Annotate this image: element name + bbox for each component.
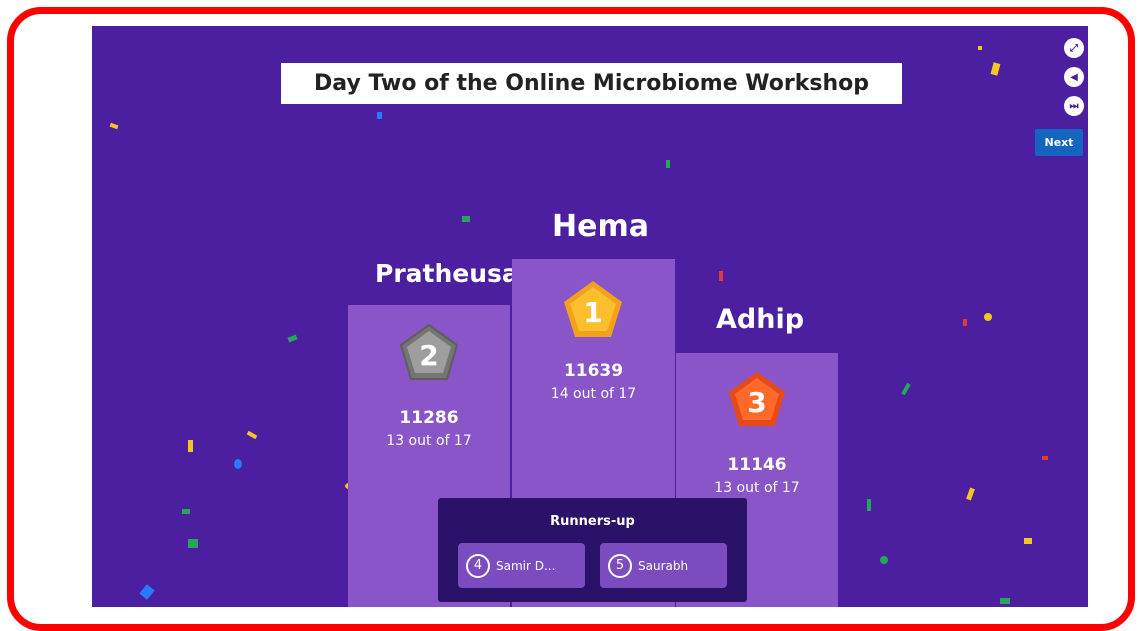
confetti [1042,456,1048,460]
runner-up-name: Samir D... [496,558,556,573]
first-place-correct: 14 out of 17 [550,386,637,402]
confetti [109,122,119,130]
confetti [188,539,198,548]
bronze-badge-icon: 3 [729,372,785,426]
confetti [901,382,911,396]
third-place-correct: 13 out of 17 [714,480,800,496]
third-place-name: Adhip [716,304,805,335]
runner-up-item: 5 Saurabh [600,543,727,588]
runners-up-panel: Runners-up 4 Samir D... 5 Saurabh [438,498,747,602]
first-place-name: Hema [552,209,649,244]
confetti [666,160,670,168]
confetti [287,334,298,343]
confetti [377,112,382,119]
confetti [978,46,982,50]
second-place-rank: 2 [419,339,438,372]
first-place-rank: 1 [583,296,602,329]
runner-up-rank: 4 [466,553,490,578]
confetti [966,487,975,501]
silver-badge-icon: 2 [399,323,459,380]
confetti [867,499,871,511]
runner-up-item: 4 Samir D... [458,543,585,588]
confetti [246,430,258,440]
runners-up-title: Runners-up [550,514,635,529]
quiz-title: Day Two of the Online Microbiome Worksho… [314,71,869,96]
third-place-rank: 3 [747,386,766,419]
confetti [1024,538,1032,544]
volume-icon[interactable]: ◀ [1064,67,1084,87]
confetti [880,556,888,564]
runner-up-name: Saurabh [638,558,689,573]
second-place-correct: 13 out of 17 [386,433,472,449]
confetti [984,313,992,321]
confetti [188,440,193,452]
quiz-title-box: Day Two of the Online Microbiome Worksho… [281,63,902,104]
skip-icon[interactable]: ⏭ [1064,96,1084,116]
fullscreen-icon[interactable]: ⤢ [1064,38,1084,58]
leaderboard-stage: Day Two of the Online Microbiome Worksho… [92,26,1088,607]
confetti [234,459,242,469]
confetti [990,62,1001,76]
confetti [182,509,190,514]
second-place-name: Pratheusa [375,259,519,288]
next-button[interactable]: Next [1035,129,1083,156]
confetti [139,584,155,600]
runner-up-rank: 5 [608,553,632,578]
gold-badge-icon: 1 [564,281,622,337]
confetti [1000,598,1010,604]
confetti [963,319,967,326]
third-place-score: 11146 [727,455,787,475]
confetti [462,216,470,222]
confetti [719,271,723,281]
first-place-score: 11639 [563,361,624,381]
second-place-score: 11286 [399,408,459,428]
